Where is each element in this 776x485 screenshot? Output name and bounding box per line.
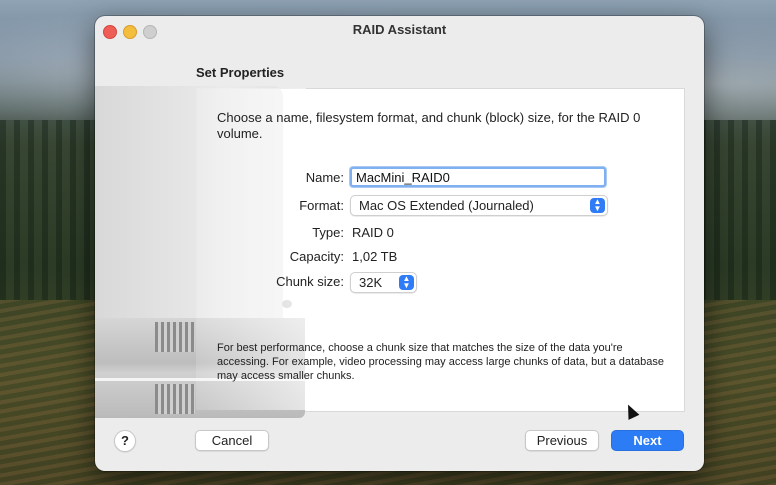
description-text: Choose a name, filesystem format, and ch… (217, 110, 641, 141)
capacity-value: 1,02 TB (352, 249, 398, 264)
help-button[interactable]: ? (114, 430, 136, 452)
section-title: Set Properties (196, 65, 285, 80)
mac-mini-vent (155, 322, 195, 352)
cancel-button[interactable]: Cancel (195, 430, 269, 451)
previous-button[interactable]: Previous (525, 430, 599, 451)
chevron-up-down-icon: ▲ ▼ (399, 275, 414, 290)
chunk-size-value: 32K (359, 275, 383, 290)
format-popup[interactable]: Mac OS Extended (Journaled) ▲ ▼ (350, 195, 608, 216)
chevron-up-down-icon: ▲ ▼ (590, 198, 605, 213)
mac-mini-vent (155, 384, 195, 414)
type-label: Type: (312, 225, 344, 240)
name-label: Name: (305, 170, 344, 185)
raid-assistant-window: RAID Assistant Set Properties Choose a n… (95, 16, 704, 471)
capacity-label: Capacity: (289, 249, 344, 264)
format-label: Format: (299, 198, 344, 213)
type-value: RAID 0 (352, 225, 394, 240)
name-field[interactable] (350, 167, 606, 187)
next-button[interactable]: Next (611, 430, 684, 451)
chunk-size-popup[interactable]: 32K ▲ ▼ (350, 272, 417, 293)
format-value: Mac OS Extended (Journaled) (359, 198, 534, 213)
window-title: RAID Assistant (352, 22, 447, 37)
title-bar: RAID Assistant (95, 16, 704, 44)
chunk-size-hint: For best performance, choose a chunk siz… (217, 342, 664, 382)
chunk-size-label: Chunk size: (276, 274, 344, 289)
